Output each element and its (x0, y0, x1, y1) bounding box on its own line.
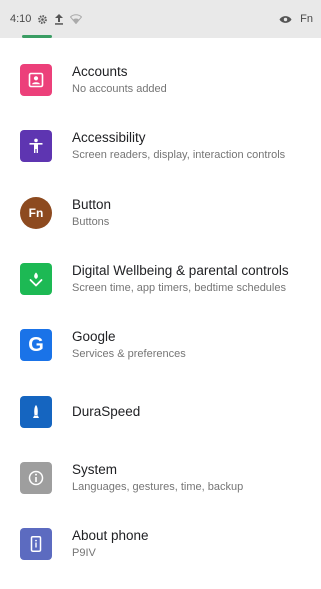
upload-icon (54, 13, 64, 25)
settings-item-title: DuraSpeed (72, 404, 141, 420)
settings-item-google[interactable]: G Google Services & preferences (0, 312, 321, 378)
settings-item-title: Accessibility (72, 130, 146, 146)
settings-item-system[interactable]: System Languages, gestures, time, backup (0, 445, 321, 511)
settings-item-title: System (72, 461, 118, 477)
status-fn-label: Fn (300, 13, 313, 25)
fn-button-icon: Fn (20, 196, 52, 229)
settings-item-button[interactable]: Fn Button Buttons (0, 180, 321, 246)
settings-item-title: Digital Wellbeing & parental controls (72, 263, 289, 279)
settings-item-subtitle: Screen readers, display, interaction con… (72, 149, 286, 162)
settings-item-subtitle: Buttons (72, 215, 110, 228)
google-icon-text: G (28, 334, 44, 357)
accessibility-icon (20, 130, 52, 163)
eye-icon (279, 15, 292, 24)
settings-item-digital-wellbeing[interactable]: Digital Wellbeing & parental controls Sc… (0, 246, 321, 312)
settings-item-title: Google (72, 329, 116, 345)
status-time: 4:10 (10, 13, 32, 25)
settings-item-subtitle: Screen time, app timers, bedtime schedul… (72, 282, 286, 295)
settings-item-title: Accounts (72, 64, 128, 80)
settings-item-title: About phone (72, 528, 149, 544)
info-icon (20, 461, 52, 494)
phone-icon (20, 528, 52, 561)
fn-button-icon-text: Fn (28, 205, 44, 220)
rocket-icon (20, 395, 52, 428)
wifi-icon (70, 14, 83, 24)
accounts-icon (20, 64, 52, 97)
settings-item-subtitle: No accounts added (72, 83, 167, 96)
settings-item-subtitle: Languages, gestures, time, backup (72, 480, 244, 493)
settings-item-subtitle: P9IV (72, 547, 96, 560)
settings-item-subtitle: Services & preferences (72, 348, 186, 361)
settings-list: Accounts No accounts added Accessibility… (0, 47, 321, 577)
status-bar: 4:10 Fn (0, 0, 321, 38)
google-icon: G (20, 329, 52, 362)
gear-icon (37, 14, 48, 25)
settings-item-duraspeed[interactable]: DuraSpeed (0, 378, 321, 444)
scroll-indicator (22, 35, 52, 38)
settings-item-about-phone[interactable]: About phone P9IV (0, 511, 321, 577)
settings-item-accessibility[interactable]: Accessibility Screen readers, display, i… (0, 113, 321, 179)
wellbeing-icon (20, 263, 52, 296)
settings-item-accounts[interactable]: Accounts No accounts added (0, 47, 321, 113)
settings-item-title: Button (72, 196, 112, 212)
